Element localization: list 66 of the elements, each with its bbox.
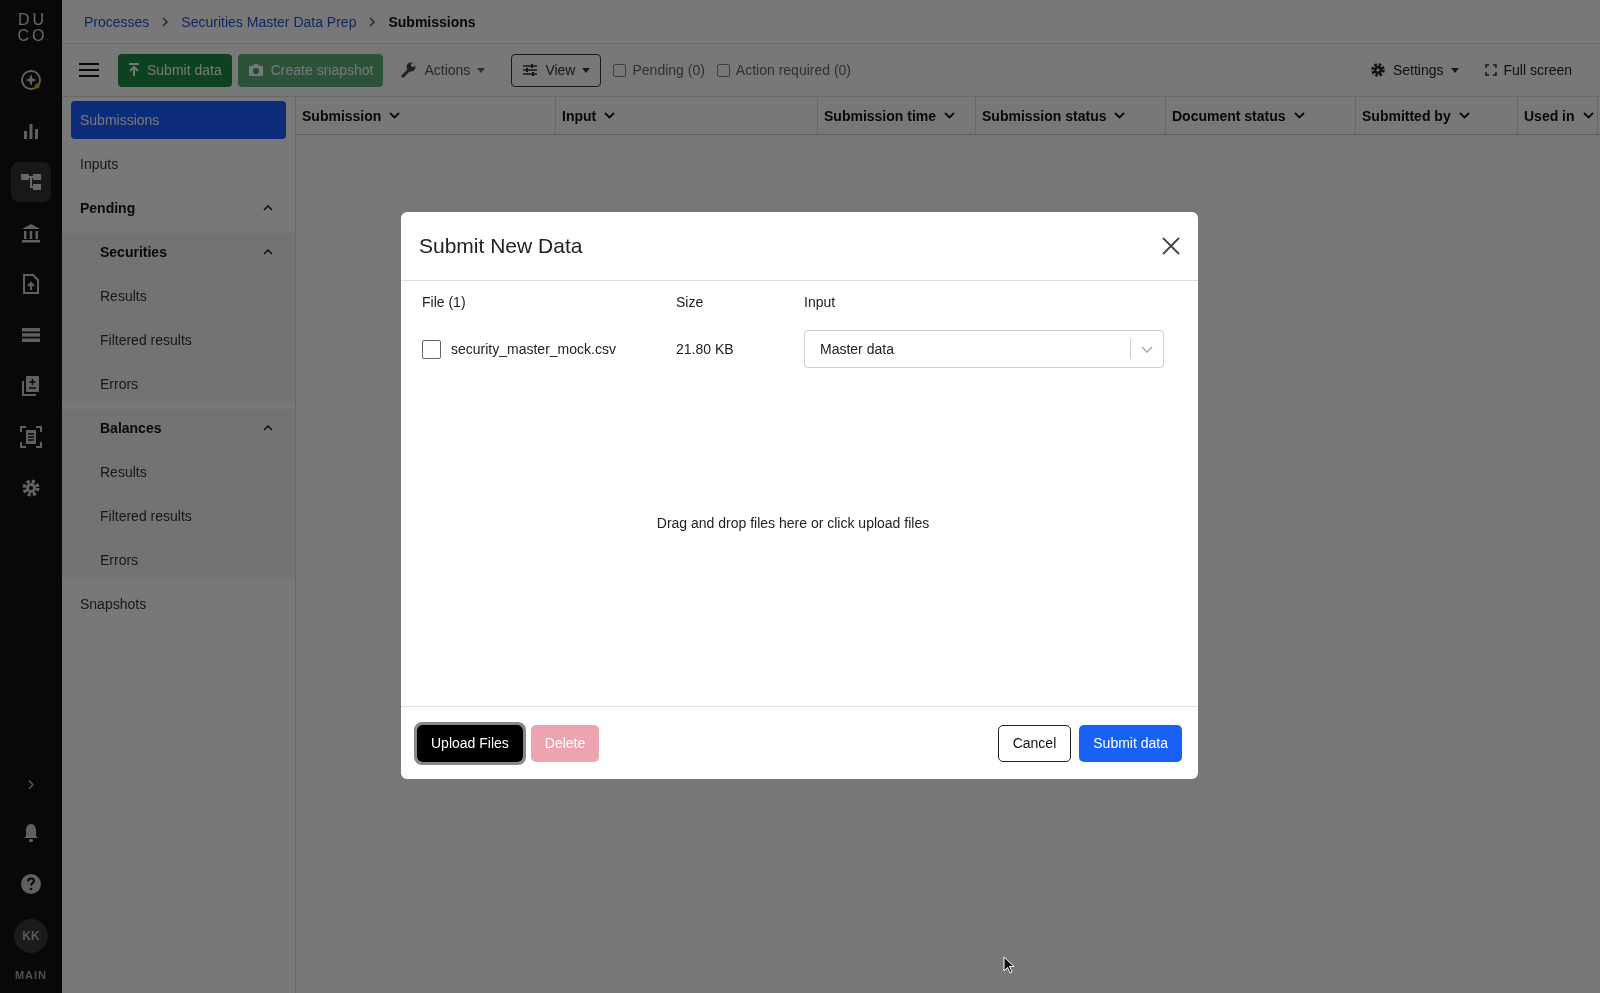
sliders-icon bbox=[522, 63, 539, 77]
nav-item[interactable]: Pending bbox=[71, 189, 286, 227]
caret-icon bbox=[477, 67, 486, 73]
actions-button[interactable]: Actions bbox=[389, 53, 496, 87]
input-select[interactable]: Master data bbox=[804, 330, 1164, 368]
breadcrumb-link[interactable]: Submissions bbox=[388, 13, 476, 30]
column-header[interactable]: Submission time bbox=[818, 97, 976, 134]
chevron-down-icon bbox=[1141, 345, 1153, 353]
submit-data-button[interactable]: Submit data bbox=[118, 53, 232, 87]
chevron-down-icon bbox=[944, 112, 956, 119]
column-header[interactable]: Submission status bbox=[976, 97, 1166, 134]
nav-item[interactable]: Balances bbox=[71, 409, 286, 447]
hierarchy-icon[interactable] bbox=[11, 162, 51, 202]
menu-icon[interactable] bbox=[78, 62, 100, 78]
file-size: 21.80 KB bbox=[676, 341, 735, 357]
cancel-button[interactable]: Cancel bbox=[997, 724, 1072, 762]
user-avatar[interactable]: KK bbox=[14, 919, 48, 953]
nav-item[interactable]: Results bbox=[71, 277, 286, 315]
logo: DU CO bbox=[16, 12, 48, 44]
chevron-down-icon bbox=[1293, 112, 1305, 119]
nav-item[interactable]: Results bbox=[71, 453, 286, 491]
chevron-down-icon bbox=[1458, 112, 1470, 119]
nav-item[interactable]: Errors bbox=[71, 541, 286, 579]
caret-icon bbox=[582, 67, 591, 73]
filter-checkbox[interactable]: Action required (0) bbox=[716, 62, 852, 78]
upload-button[interactable]: Upload Files bbox=[417, 724, 523, 762]
chevron-down-icon bbox=[389, 112, 401, 119]
breadcrumb-link[interactable]: Securities Master Data Prep bbox=[181, 13, 357, 30]
nav-item[interactable]: Submissions bbox=[71, 101, 286, 139]
file-name: security_master_mock.csv bbox=[451, 341, 616, 357]
fullscreen-icon bbox=[1484, 64, 1497, 76]
nav-item[interactable]: Errors bbox=[71, 365, 286, 403]
column-header[interactable]: Used in bbox=[1518, 97, 1598, 134]
expand-button[interactable]: › bbox=[27, 771, 35, 797]
column-header: Input bbox=[804, 294, 837, 310]
column-header[interactable]: Document status bbox=[1166, 97, 1356, 134]
chevron-down-icon bbox=[1114, 112, 1126, 119]
workspace-label: MAIN bbox=[14, 969, 48, 981]
settings-button[interactable]: Settings bbox=[1359, 53, 1469, 87]
view-button[interactable]: View bbox=[511, 53, 602, 87]
column-header: Size bbox=[676, 294, 705, 310]
caret-icon bbox=[1450, 67, 1459, 73]
column-header[interactable]: Submitted by bbox=[1356, 97, 1518, 134]
column-header: File (1) bbox=[422, 294, 467, 310]
nav-item[interactable]: Filtered results bbox=[71, 321, 286, 359]
column-header[interactable]: Input bbox=[556, 97, 818, 134]
upload-icon bbox=[128, 63, 140, 77]
cursor-icon bbox=[1003, 956, 1015, 974]
chevron-down-icon bbox=[604, 112, 616, 119]
checkbox[interactable] bbox=[422, 339, 441, 359]
nav-item[interactable]: Inputs bbox=[71, 145, 286, 183]
camera-icon bbox=[247, 63, 264, 77]
nav-item[interactable]: Filtered results bbox=[71, 497, 286, 535]
nav-item[interactable]: Securities bbox=[71, 233, 286, 271]
breadcrumb-link[interactable]: Processes bbox=[84, 13, 150, 30]
column-header[interactable]: Submission bbox=[296, 97, 556, 134]
dialog-title: Submit New Data bbox=[419, 234, 583, 258]
submit-button[interactable]: Submit data bbox=[1079, 724, 1182, 762]
chevron-down-icon bbox=[1582, 112, 1594, 119]
close-icon[interactable] bbox=[1162, 237, 1180, 255]
dropzone-text: Drag and drop files here or click upload files bbox=[655, 513, 931, 533]
filter-checkbox[interactable]: Pending (0) bbox=[613, 62, 705, 78]
wrench-icon bbox=[399, 61, 418, 79]
fullscreen-button[interactable]: Full screen bbox=[1474, 53, 1582, 87]
settings-icon bbox=[1369, 62, 1386, 78]
nav-item[interactable]: Snapshots bbox=[71, 585, 286, 623]
